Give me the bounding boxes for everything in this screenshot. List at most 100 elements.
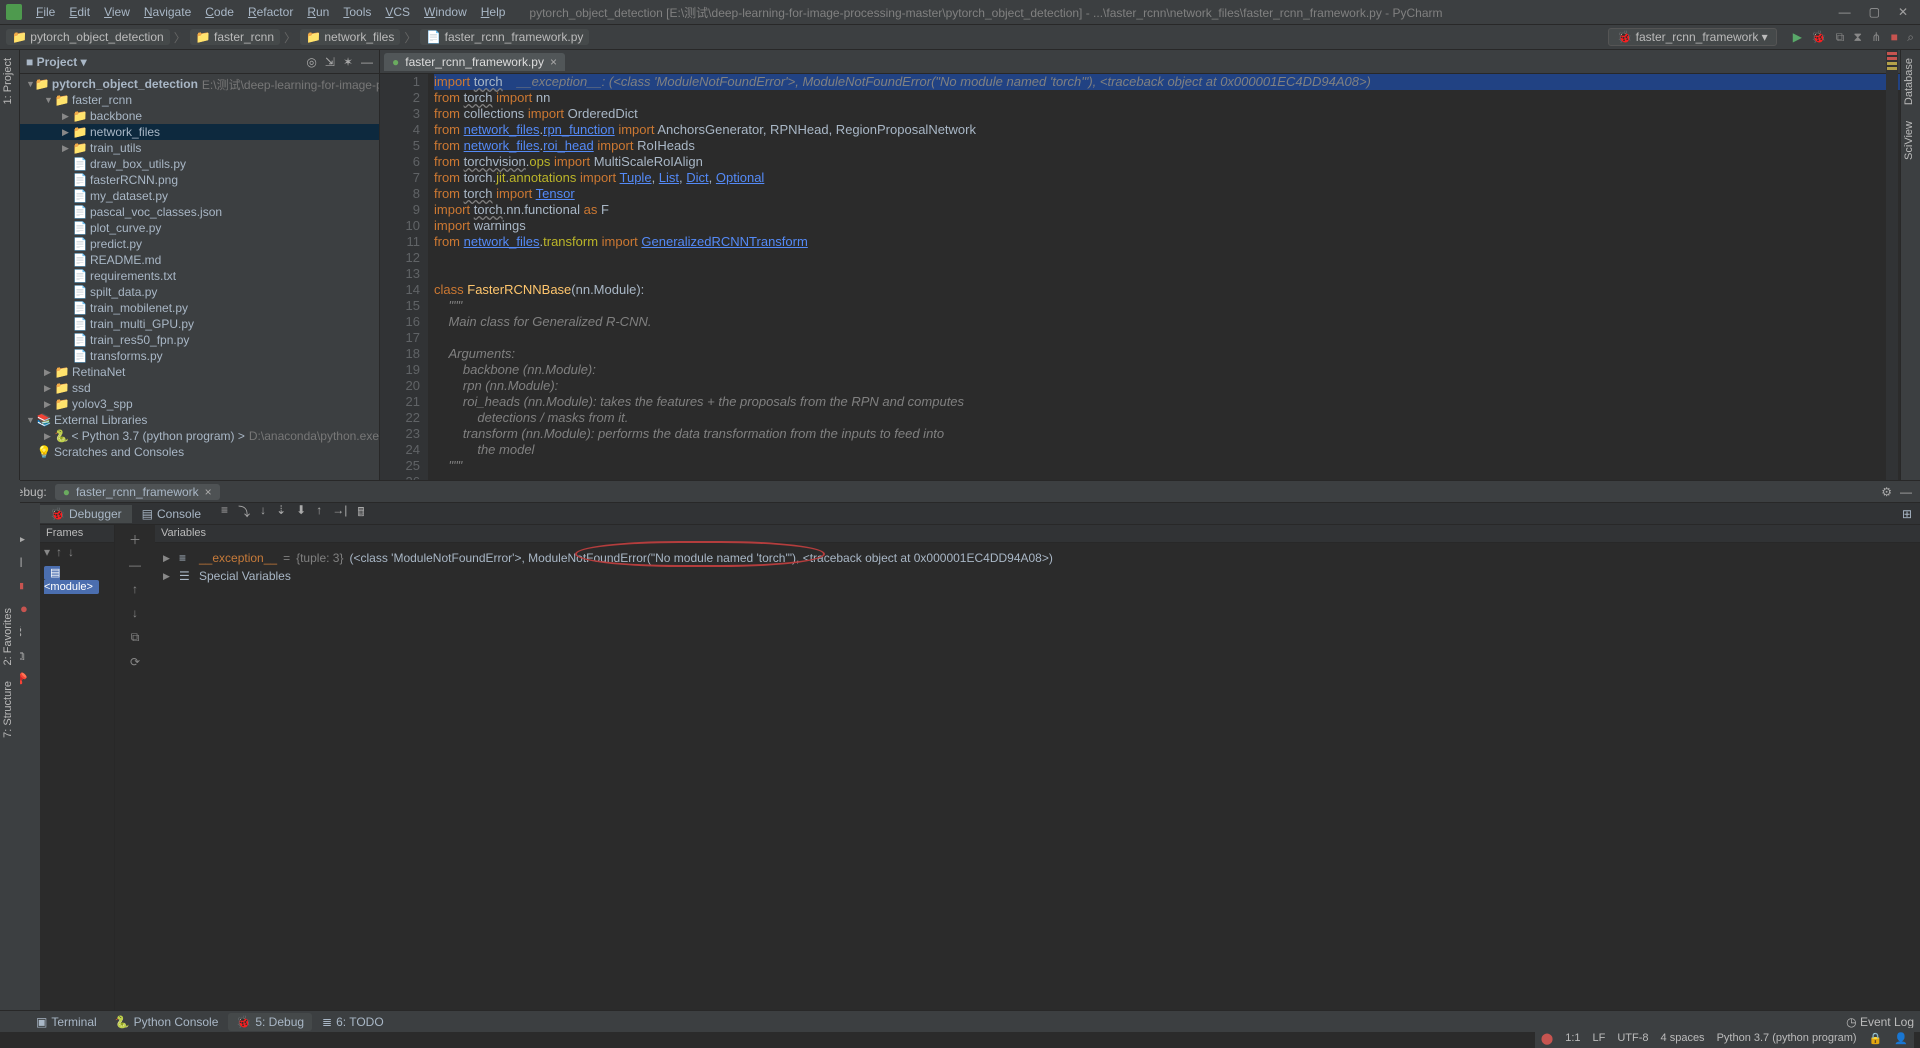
tree-node-fasterrcnn-png[interactable]: 📄fasterRCNN.png xyxy=(20,172,379,188)
tree-node-spilt-data-py[interactable]: 📄spilt_data.py xyxy=(20,284,379,300)
menu-edit[interactable]: Edit xyxy=(63,3,96,21)
tree-node-requirements-txt[interactable]: 📄requirements.txt xyxy=(20,268,379,284)
tree-node-train-multi-gpu-py[interactable]: 📄train_multi_GPU.py xyxy=(20,316,379,332)
up-watch-icon[interactable]: ↑ xyxy=(132,582,138,596)
profile-icon[interactable]: ⧗ xyxy=(1853,30,1861,44)
menu-navigate[interactable]: Navigate xyxy=(138,3,197,21)
project-tool-tab[interactable]: 1: Project xyxy=(0,50,16,112)
tree-node-pytorch-object-detection[interactable]: ▼📁pytorch_object_detectionE:\测试\deep-lea… xyxy=(20,76,379,92)
tree-node-train-mobilenet-py[interactable]: 📄train_mobilenet.py xyxy=(20,300,379,316)
gear-icon[interactable]: ⚙ xyxy=(1881,485,1892,499)
database-tool-tab[interactable]: Database xyxy=(1901,50,1917,113)
terminal-tab[interactable]: ▣ Terminal xyxy=(28,1013,105,1031)
sciview-tool-tab[interactable]: SciView xyxy=(1901,113,1917,168)
tree-node-yolov3-spp[interactable]: ▶📁yolov3_spp xyxy=(20,396,379,412)
hide-icon[interactable]: — xyxy=(361,55,373,69)
encoding[interactable]: UTF-8 xyxy=(1617,1032,1648,1044)
menu-tools[interactable]: Tools xyxy=(337,3,377,21)
tree-node-predict-py[interactable]: 📄predict.py xyxy=(20,236,379,252)
gutter[interactable]: ⚡123456789101112131415161718192021222324… xyxy=(380,74,428,480)
frame-module[interactable]: ▤ <module> xyxy=(44,566,99,594)
caret-pos[interactable]: 1:1 xyxy=(1565,1032,1580,1044)
menu-view[interactable]: View xyxy=(98,3,136,21)
frame-dropdown-icon[interactable]: ▾ xyxy=(44,545,50,559)
force-step-icon[interactable]: ⬇ xyxy=(296,503,306,524)
stop-icon[interactable]: ■ xyxy=(1891,30,1898,44)
run-config-select[interactable]: 🐞 faster_rcnn_framework ▾ xyxy=(1608,28,1776,46)
todo-tab[interactable]: ≣ 6: TODO xyxy=(314,1013,392,1031)
menu-refactor[interactable]: Refactor xyxy=(242,3,299,21)
step-over-icon[interactable]: ⤵ xyxy=(238,503,250,524)
debugger-tab[interactable]: 🐞 Debugger xyxy=(40,505,132,523)
error-indicator-icon[interactable]: ⬤ xyxy=(1541,1032,1553,1045)
variable-row-special[interactable]: ▶ ☰ Special Variables xyxy=(163,567,1912,585)
maximize-icon[interactable]: ▢ xyxy=(1869,5,1880,19)
tree-node-backbone[interactable]: ▶📁backbone xyxy=(20,108,379,124)
step-into-icon[interactable]: ↓ xyxy=(260,503,266,524)
tree-node-retinanet[interactable]: ▶📁RetinaNet xyxy=(20,364,379,380)
search-icon[interactable]: ⌕ xyxy=(1907,30,1914,44)
tree-node-network-files[interactable]: ▶📁network_files xyxy=(20,124,379,140)
step-into-my-icon[interactable]: ⇣ xyxy=(276,503,286,524)
run-to-cursor-icon[interactable]: →| xyxy=(332,503,347,524)
tree-node-my-dataset-py[interactable]: 📄my_dataset.py xyxy=(20,188,379,204)
evaluate-icon[interactable]: 🖩 xyxy=(357,503,364,524)
close-icon[interactable]: ✕ xyxy=(1898,5,1908,19)
tree-node-ssd[interactable]: ▶📁ssd xyxy=(20,380,379,396)
indent[interactable]: 4 spaces xyxy=(1661,1032,1705,1044)
tree-node-train-res50-fpn-py[interactable]: 📄train_res50_fpn.py xyxy=(20,332,379,348)
frame-up-icon[interactable]: ↑ xyxy=(56,545,62,559)
favorites-tab[interactable]: 2: Favorites xyxy=(0,600,16,673)
layout-icon[interactable]: ⊞ xyxy=(1902,507,1912,521)
editor-tab[interactable]: ● faster_rcnn_framework.py × xyxy=(384,53,565,71)
crumb-2[interactable]: 📁 network_files xyxy=(300,29,400,45)
console-tab[interactable]: ▤ Console xyxy=(132,505,211,523)
tree-node-pascal-voc-classes-json[interactable]: 📄pascal_voc_classes.json xyxy=(20,204,379,220)
copy-watch-icon[interactable]: ⧉ xyxy=(131,630,140,645)
minimize-tool-icon[interactable]: — xyxy=(1900,485,1912,499)
tree-node-scratches-and-consoles[interactable]: 💡Scratches and Consoles xyxy=(20,444,379,460)
debug-bottom-tab[interactable]: 🐞 5: Debug xyxy=(228,1013,312,1031)
tree-node-faster-rcnn[interactable]: ▼📁faster_rcnn xyxy=(20,92,379,108)
close-session-icon[interactable]: × xyxy=(205,485,212,499)
locate-icon[interactable]: ◎ xyxy=(306,55,316,69)
crumb-0[interactable]: 📁 pytorch_object_detection xyxy=(6,29,170,45)
tree-node-draw-box-utils-py[interactable]: 📄draw_box_utils.py xyxy=(20,156,379,172)
frame-down-icon[interactable]: ↓ xyxy=(68,545,74,559)
event-log-button[interactable]: ◷ Event Log xyxy=(1846,1015,1914,1029)
tree-node-train-utils[interactable]: ▶📁train_utils xyxy=(20,140,379,156)
remove-watch-icon[interactable]: — xyxy=(129,558,141,572)
close-tab-icon[interactable]: × xyxy=(550,55,557,69)
menu-help[interactable]: Help xyxy=(475,3,512,21)
expand-icon[interactable]: ⇲ xyxy=(325,55,335,69)
error-stripe[interactable] xyxy=(1886,50,1898,480)
hints-icon[interactable]: 👤 xyxy=(1894,1032,1908,1045)
lock-icon[interactable]: 🔒 xyxy=(1869,1032,1883,1045)
step-out-icon[interactable]: ↑ xyxy=(316,503,322,524)
crumb-1[interactable]: 📁 faster_rcnn xyxy=(190,29,280,45)
minimize-icon[interactable]: — xyxy=(1839,5,1851,19)
tree-node-external-libraries[interactable]: ▼📚External Libraries xyxy=(20,412,379,428)
add-watch-icon[interactable]: ＋ xyxy=(129,531,141,548)
menu-code[interactable]: Code xyxy=(199,3,240,21)
python-console-tab[interactable]: 🐍 Python Console xyxy=(107,1013,227,1031)
down-watch-icon[interactable]: ↓ xyxy=(132,606,138,620)
run-icon[interactable]: ▶ xyxy=(1793,30,1802,44)
menu-run[interactable]: Run xyxy=(301,3,335,21)
menu-vcs[interactable]: VCS xyxy=(379,3,416,21)
tree-node-transforms-py[interactable]: 📄transforms.py xyxy=(20,348,379,364)
threads-icon[interactable]: ≡ xyxy=(221,503,228,524)
interpreter[interactable]: Python 3.7 (python program) xyxy=(1717,1032,1857,1044)
project-tree[interactable]: ▼📁pytorch_object_detectionE:\测试\deep-lea… xyxy=(20,74,379,480)
menu-window[interactable]: Window xyxy=(418,3,473,21)
code-area[interactable]: import torch __exception__: (<class 'Mod… xyxy=(428,74,1900,480)
structure-tab[interactable]: 7: Structure xyxy=(0,673,16,746)
line-ending[interactable]: LF xyxy=(1593,1032,1606,1044)
settings-icon[interactable]: ✶ xyxy=(343,55,353,69)
tree-node-readme-md[interactable]: 📄README.md xyxy=(20,252,379,268)
tree-node-plot-curve-py[interactable]: 📄plot_curve.py xyxy=(20,220,379,236)
history-icon[interactable]: ⟳ xyxy=(130,655,140,669)
variable-row-exception[interactable]: ▶ ≡ __exception__ = {tuple: 3} (<class '… xyxy=(163,549,1912,567)
coverage-icon[interactable]: ⧉ xyxy=(1836,30,1845,44)
attach-icon[interactable]: ⋔ xyxy=(1871,30,1881,44)
